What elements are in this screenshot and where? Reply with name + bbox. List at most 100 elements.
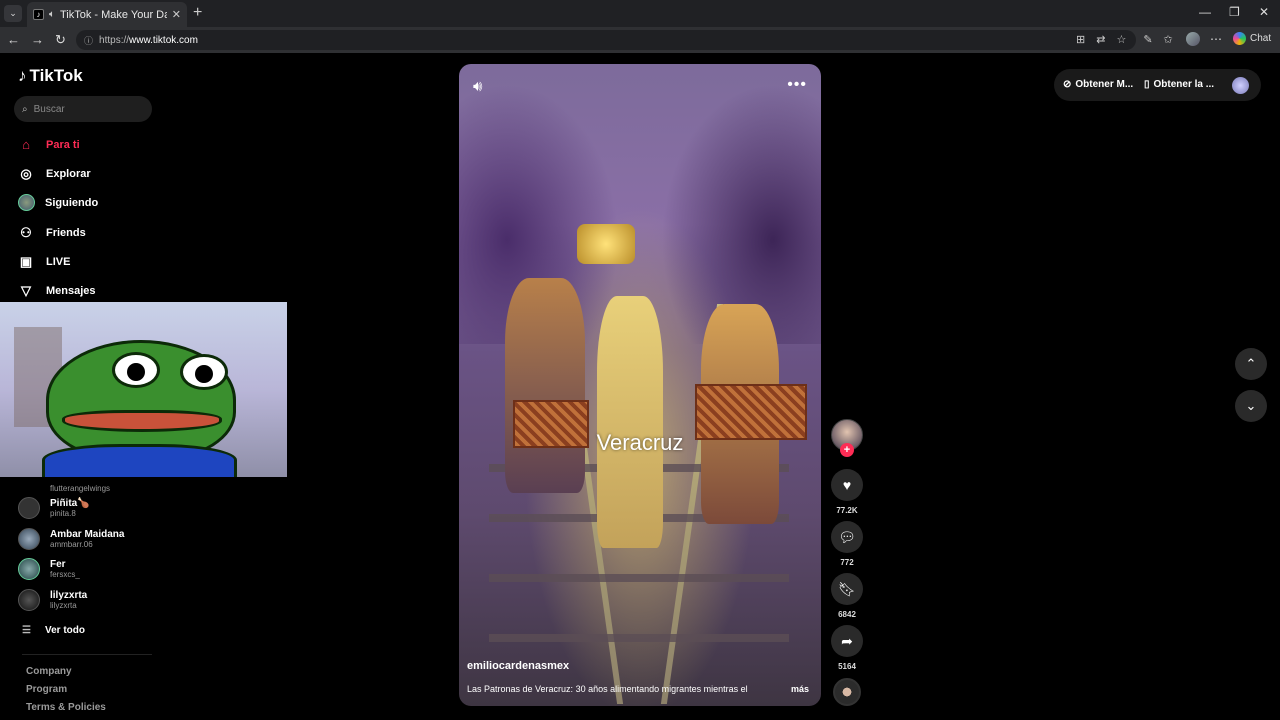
following-account[interactable]: lilyzxrta lilyzxrta <box>18 589 87 611</box>
account-avatar <box>18 589 40 611</box>
account-handle: flutterangelwings <box>50 483 111 493</box>
tiktok-logo[interactable]: ♪ TikTok <box>18 66 83 86</box>
logo-text: TikTok <box>29 66 83 85</box>
comment-button[interactable]: 💬︎ <box>831 521 863 553</box>
friends-icon: ⚇ <box>20 225 32 240</box>
account-handle: ammbarr.06 <box>50 540 93 549</box>
next-video-button[interactable]: ⌄ <box>1235 390 1267 422</box>
nav-live[interactable]: ▣ LIVE <box>18 254 71 270</box>
nav-para-ti[interactable]: ⌂ Para ti <box>18 137 80 152</box>
search-input[interactable] <box>33 103 134 115</box>
favorite-star-icon[interactable]: ☆ <box>1116 33 1126 46</box>
chevron-up-icon: ⌃ <box>1245 356 1257 371</box>
coin-icon: ⊘ <box>1063 79 1072 90</box>
phone-icon: ▯ <box>1144 79 1150 90</box>
following-account[interactable]: Piñita🍗 pinita.8 <box>18 497 90 519</box>
close-tab-icon[interactable]: ✕ <box>172 8 181 21</box>
back-icon[interactable]: ← <box>7 32 20 47</box>
favorites-icon[interactable]: ✩ <box>1164 33 1173 46</box>
following-account[interactable]: Fer fersxcs_ <box>18 558 80 580</box>
nav-label: LIVE <box>46 256 71 268</box>
site-info-icon[interactable]: ⓘ <box>84 34 93 47</box>
nav-friends[interactable]: ⚇ Friends <box>18 225 86 241</box>
account-handle: pinita.8 <box>50 509 76 518</box>
speaker-icon[interactable]: 🔈︎ <box>49 9 55 20</box>
new-tab-icon[interactable]: + <box>193 4 202 22</box>
account-handle: fersxcs_ <box>50 570 80 579</box>
comment-count: 772 <box>840 558 854 567</box>
video-player[interactable]: Veracruz 🔊︎ ••• emiliocardenasmex Las Pa… <box>459 64 821 706</box>
footer-company[interactable]: Company <box>26 666 72 677</box>
rail-tie <box>489 634 789 642</box>
apps-icon[interactable]: ⊞ <box>1076 33 1085 46</box>
get-app-button[interactable]: ▯ Obtener la ... <box>1144 79 1214 90</box>
extensions-icon[interactable]: ✎ <box>1143 33 1152 46</box>
nav-label: Mensajes <box>46 285 96 297</box>
compass-icon: ◎ <box>20 166 32 181</box>
footer-program[interactable]: Program <box>26 684 67 695</box>
music-disc-icon[interactable] <box>833 678 861 706</box>
forward-icon[interactable]: → <box>31 32 44 47</box>
url-prefix: https:// <box>99 34 130 46</box>
list-icon: ☰ <box>22 625 31 636</box>
restore-icon[interactable]: ❐ <box>1229 5 1240 19</box>
tiktok-favicon-icon: ♪ <box>33 9 44 20</box>
see-more-link[interactable]: más <box>791 684 809 694</box>
footer-terms[interactable]: Terms & Policies <box>26 702 106 713</box>
nav-siguiendo[interactable]: Siguiendo <box>18 194 98 211</box>
following-account[interactable]: flutterangelwings <box>18 476 110 498</box>
address-bar-icons: ⊞ ⇄ ☆ ✎ ✩ <box>1076 33 1173 46</box>
bookmark-icon: 🔖︎ <box>838 580 856 597</box>
account-name: lilyzxrta <box>50 590 88 601</box>
video-description: Las Patronas de Veracruz: 30 años alimen… <box>467 684 748 694</box>
woman-left <box>505 278 585 493</box>
chat-label: Chat <box>1250 33 1272 44</box>
account-avatar <box>18 497 40 519</box>
webcam-overlay <box>0 302 287 477</box>
nav-explorar[interactable]: ◎ Explorar <box>18 166 90 182</box>
account-name: Fer <box>50 559 66 570</box>
profile-avatar[interactable] <box>1186 32 1200 46</box>
get-coins-label: Obtener M... <box>1075 79 1134 90</box>
account-name: Piñita🍗 <box>50 498 90 509</box>
tiktok-note-icon: ♪ <box>18 66 27 85</box>
more-options-icon[interactable]: ••• <box>787 76 807 94</box>
browser-tab[interactable]: ♪ 🔈︎ TikTok - Make Your Day ✕ <box>27 2 187 27</box>
previous-video-button[interactable]: ⌃ <box>1235 348 1267 380</box>
copilot-chat-button[interactable]: Chat <box>1233 32 1271 45</box>
more-menu-icon[interactable]: ⋯ <box>1210 32 1222 46</box>
like-button[interactable]: ♥ <box>831 469 863 501</box>
tab-title: TikTok - Make Your Day <box>60 8 167 21</box>
see-all-following[interactable]: ☰ Ver todo <box>22 625 85 636</box>
comment-icon: 💬︎ <box>838 528 856 545</box>
account-avatar <box>18 528 40 550</box>
copilot-icon <box>1233 32 1246 45</box>
tab-list-dropdown-icon[interactable]: ⌄ <box>4 5 22 22</box>
save-count: 6842 <box>838 610 856 619</box>
see-all-label: Ver todo <box>44 625 85 636</box>
pepe-mouth <box>62 410 222 432</box>
close-window-icon[interactable]: ✕ <box>1259 5 1269 19</box>
account-handle: lilyzxrta <box>50 601 77 610</box>
reload-icon[interactable]: ↻ <box>55 32 66 48</box>
account-avatar <box>18 558 40 580</box>
browser-tab-bar: ⌄ ♪ 🔈︎ TikTok - Make Your Day ✕ + — ❐ ✕ <box>0 0 1280 27</box>
search-box[interactable]: ⌕ <box>14 96 152 122</box>
following-account[interactable]: Ambar Maidana ammbarr.06 <box>18 528 124 550</box>
share-button[interactable]: ➦ <box>831 625 863 657</box>
minimize-icon[interactable]: — <box>1199 5 1211 19</box>
train-locomotive <box>577 224 635 264</box>
video-author[interactable]: emiliocardenasmex <box>467 660 569 672</box>
rail-tie <box>489 574 789 582</box>
volume-icon[interactable]: 🔊︎ <box>473 78 482 95</box>
url-field[interactable]: ⓘ https://www.tiktok.com <box>76 30 1136 50</box>
account-name: Ambar Maidana <box>50 529 125 540</box>
translate-icon[interactable]: ⇄ <box>1096 33 1105 46</box>
save-button[interactable]: 🔖︎ <box>831 573 863 605</box>
follow-plus-icon[interactable]: + <box>840 443 854 457</box>
user-avatar[interactable] <box>1232 77 1249 94</box>
get-coins-button[interactable]: ⊘ Obtener M... <box>1063 79 1133 90</box>
woman-center <box>597 296 663 548</box>
nav-mensajes[interactable]: ▽ Mensajes <box>18 283 96 299</box>
like-count: 77.2K <box>836 506 858 515</box>
